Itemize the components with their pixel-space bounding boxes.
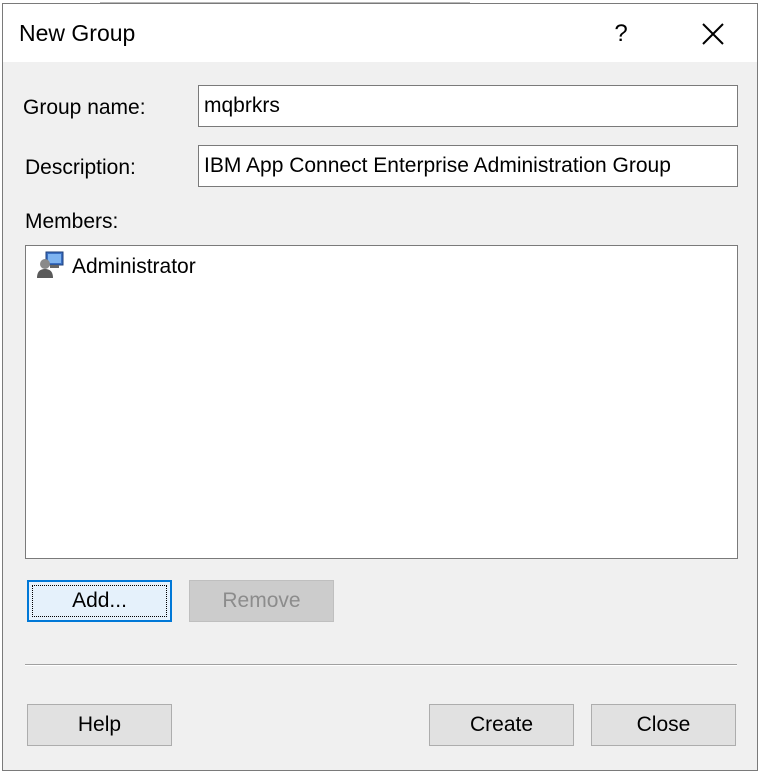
remove-button-label: Remove xyxy=(222,589,301,612)
close-button[interactable]: Close xyxy=(591,704,736,746)
list-item[interactable]: Administrator xyxy=(36,249,196,285)
help-question-button[interactable]: ? xyxy=(601,12,641,56)
create-button[interactable]: Create xyxy=(429,704,574,746)
title-bar: New Group ? xyxy=(3,4,757,62)
new-group-dialog: New Group ? Group name: mqbrkrs Descript… xyxy=(2,3,758,771)
group-name-field[interactable]: mqbrkrs xyxy=(198,85,738,127)
close-icon xyxy=(702,23,724,45)
separator xyxy=(25,664,737,666)
close-window-button[interactable] xyxy=(691,12,735,56)
group-name-label: Group name: xyxy=(23,96,146,119)
description-label: Description: xyxy=(25,156,136,179)
help-button-label: Help xyxy=(77,713,122,736)
create-button-label: Create xyxy=(469,713,534,736)
member-name: Administrator xyxy=(72,255,196,278)
close-button-label: Close xyxy=(636,713,691,736)
members-list[interactable]: Administrator xyxy=(25,245,738,559)
members-label: Members: xyxy=(25,210,119,233)
dialog-title: New Group xyxy=(19,20,136,46)
remove-button[interactable]: Remove xyxy=(189,580,334,622)
user-computer-icon xyxy=(36,249,66,285)
description-field[interactable]: IBM App Connect Enterprise Administratio… xyxy=(198,145,738,187)
help-button[interactable]: Help xyxy=(27,704,172,746)
add-button[interactable]: Add... xyxy=(27,580,172,622)
